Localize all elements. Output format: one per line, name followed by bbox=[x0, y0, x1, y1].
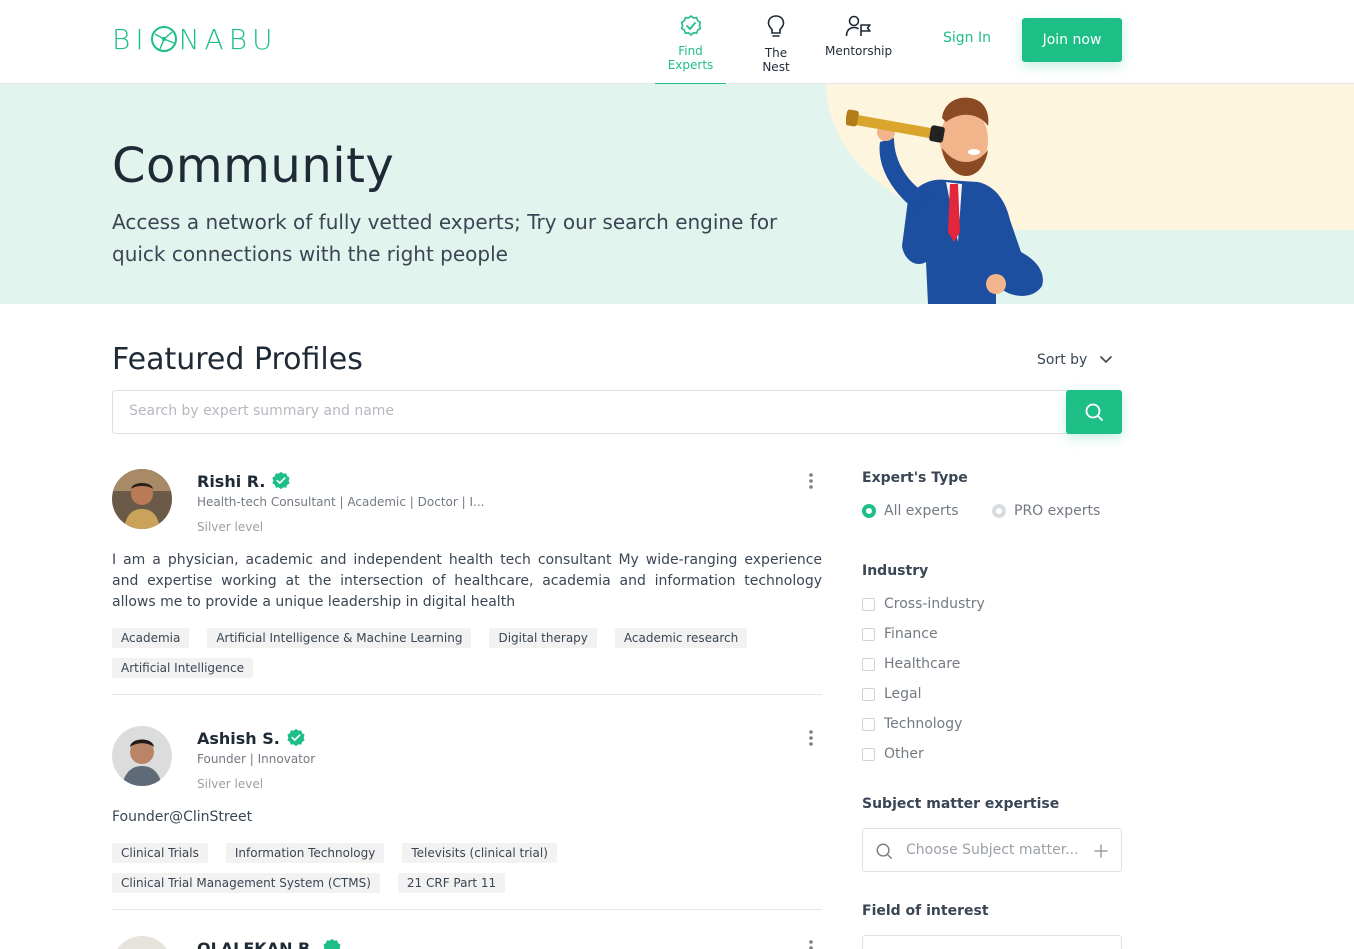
profile-tags: Clinical Trials Information Technology T… bbox=[112, 843, 822, 893]
checkbox-label: Legal bbox=[884, 686, 922, 702]
checkbox-icon bbox=[862, 687, 875, 701]
profile-level: Silver level bbox=[197, 777, 264, 791]
search-input[interactable] bbox=[129, 403, 1029, 419]
badge-check-icon bbox=[680, 15, 701, 36]
profile-divider bbox=[112, 694, 822, 695]
page-title: Community bbox=[112, 138, 395, 194]
sort-by-label: Sort by bbox=[1037, 352, 1088, 368]
checkbox-icon bbox=[862, 747, 875, 761]
radio-label: All experts bbox=[884, 503, 959, 519]
nav-mentorship-label: Mentorship bbox=[825, 44, 893, 58]
more-options-icon[interactable] bbox=[804, 938, 818, 949]
checkbox-icon bbox=[862, 657, 875, 671]
nav-mentorship[interactable]: Mentorship bbox=[825, 14, 892, 84]
skill-tag[interactable]: Academic research bbox=[614, 628, 748, 648]
verified-badge-icon bbox=[323, 938, 341, 949]
profile-name[interactable]: Rishi R. bbox=[197, 471, 291, 491]
join-now-button[interactable]: Join now bbox=[1022, 18, 1122, 62]
search-icon bbox=[876, 843, 892, 859]
top-header: BI NABU Find Experts The Nest Mentorship… bbox=[0, 0, 1354, 85]
profile-name-text: Rishi R. bbox=[197, 471, 266, 491]
checkbox-finance[interactable]: Finance bbox=[862, 626, 938, 642]
globe-logo-icon bbox=[150, 26, 177, 52]
verified-badge-icon bbox=[287, 728, 305, 747]
checkbox-icon bbox=[862, 627, 875, 641]
skill-tag[interactable]: Clinical Trials bbox=[112, 843, 208, 863]
skill-tag[interactable]: Televisits (clinical trial) bbox=[402, 843, 557, 863]
radio-all-experts[interactable]: All experts bbox=[862, 503, 959, 519]
profile-headline: Founder | Innovator bbox=[197, 752, 316, 766]
chevron-down-icon bbox=[1100, 356, 1113, 364]
radio-label: PRO experts bbox=[1014, 503, 1101, 519]
checkbox-label: Cross-industry bbox=[884, 596, 985, 612]
more-options-icon[interactable] bbox=[804, 471, 818, 491]
profile-name[interactable]: OLALEKAN B. bbox=[197, 938, 342, 949]
skill-tag[interactable]: Digital therapy bbox=[489, 628, 597, 648]
telescope-mascot-illustration bbox=[846, 97, 1043, 304]
skill-tag[interactable]: Artificial Intelligence bbox=[112, 658, 253, 678]
verified-badge-icon bbox=[272, 471, 291, 490]
profile-name-text: Ashish S. bbox=[197, 728, 280, 748]
nav-find-experts-label: Find Experts bbox=[667, 44, 714, 72]
subject-matter-heading: Subject matter expertise bbox=[862, 796, 1060, 812]
lightbulb-icon bbox=[767, 15, 785, 37]
checkbox-other[interactable]: Other bbox=[862, 746, 924, 762]
profile-divider bbox=[112, 909, 822, 910]
subject-matter-placeholder: Choose Subject matter... bbox=[906, 842, 1079, 858]
avatar[interactable] bbox=[112, 936, 172, 949]
featured-profiles-heading: Featured Profiles bbox=[112, 342, 363, 377]
field-of-interest-input[interactable] bbox=[862, 935, 1122, 949]
nav-find-experts[interactable]: Find Experts bbox=[655, 14, 726, 85]
avatar[interactable] bbox=[112, 469, 172, 529]
mentor-flag-icon bbox=[845, 15, 871, 37]
logo-text-suffix: NABU bbox=[178, 22, 278, 56]
profile-headline: Health-tech Consultant | Academic | Doct… bbox=[197, 495, 485, 509]
profile-summary: Founder@ClinStreet bbox=[112, 809, 253, 825]
nav-the-nest-label: The Nest bbox=[762, 46, 790, 74]
radio-selected-icon bbox=[862, 504, 876, 518]
profile-name-text: OLALEKAN B. bbox=[197, 938, 317, 949]
bionabu-logo[interactable]: BI NABU bbox=[112, 22, 278, 56]
sign-in-link[interactable]: Sign In bbox=[943, 30, 991, 46]
industry-heading: Industry bbox=[862, 563, 929, 579]
radio-unselected-icon bbox=[992, 504, 1006, 518]
checkbox-technology[interactable]: Technology bbox=[862, 716, 962, 732]
profile-level: Silver level bbox=[197, 520, 264, 534]
field-of-interest-heading: Field of interest bbox=[862, 903, 989, 919]
checkbox-label: Technology bbox=[884, 716, 963, 732]
checkbox-label: Other bbox=[884, 746, 924, 762]
profile-summary: I am a physician, academic and independe… bbox=[112, 552, 822, 610]
logo-text-prefix: BI bbox=[112, 22, 149, 56]
skill-tag[interactable]: Academia bbox=[112, 628, 190, 648]
checkbox-label: Healthcare bbox=[884, 656, 961, 672]
skill-tag[interactable]: Artificial Intelligence & Machine Learni… bbox=[207, 628, 472, 648]
skill-tag[interactable]: Clinical Trial Management System (CTMS) bbox=[112, 873, 380, 893]
expert-type-heading: Expert's Type bbox=[862, 470, 968, 486]
skill-tag[interactable]: 21 CRF Part 11 bbox=[397, 873, 506, 893]
radio-pro-experts[interactable]: PRO experts bbox=[992, 503, 1100, 519]
search-icon bbox=[1085, 403, 1103, 421]
profile-tags: Academia Artificial Intelligence & Machi… bbox=[112, 628, 822, 678]
profile-name[interactable]: Ashish S. bbox=[197, 728, 306, 748]
search-bar bbox=[112, 390, 1122, 434]
page-subtitle: Access a network of fully vetted experts… bbox=[112, 210, 778, 266]
checkbox-icon bbox=[862, 717, 875, 731]
checkbox-legal[interactable]: Legal bbox=[862, 686, 922, 702]
checkbox-icon bbox=[862, 597, 875, 611]
avatar[interactable] bbox=[112, 726, 172, 786]
hero-banner: Community Access a network of fully vett… bbox=[0, 84, 1354, 304]
plus-icon[interactable] bbox=[1093, 843, 1109, 859]
checkbox-label: Finance bbox=[884, 626, 938, 642]
nav-the-nest[interactable]: The Nest bbox=[750, 14, 802, 84]
sort-by-dropdown[interactable]: Sort by bbox=[1037, 352, 1113, 368]
skill-tag[interactable]: Information Technology bbox=[225, 843, 385, 863]
checkbox-healthcare[interactable]: Healthcare bbox=[862, 656, 960, 672]
checkbox-cross-industry[interactable]: Cross-industry bbox=[862, 596, 985, 612]
more-options-icon[interactable] bbox=[804, 728, 818, 748]
subject-matter-input[interactable]: Choose Subject matter... bbox=[862, 828, 1122, 872]
search-button[interactable] bbox=[1066, 390, 1122, 434]
